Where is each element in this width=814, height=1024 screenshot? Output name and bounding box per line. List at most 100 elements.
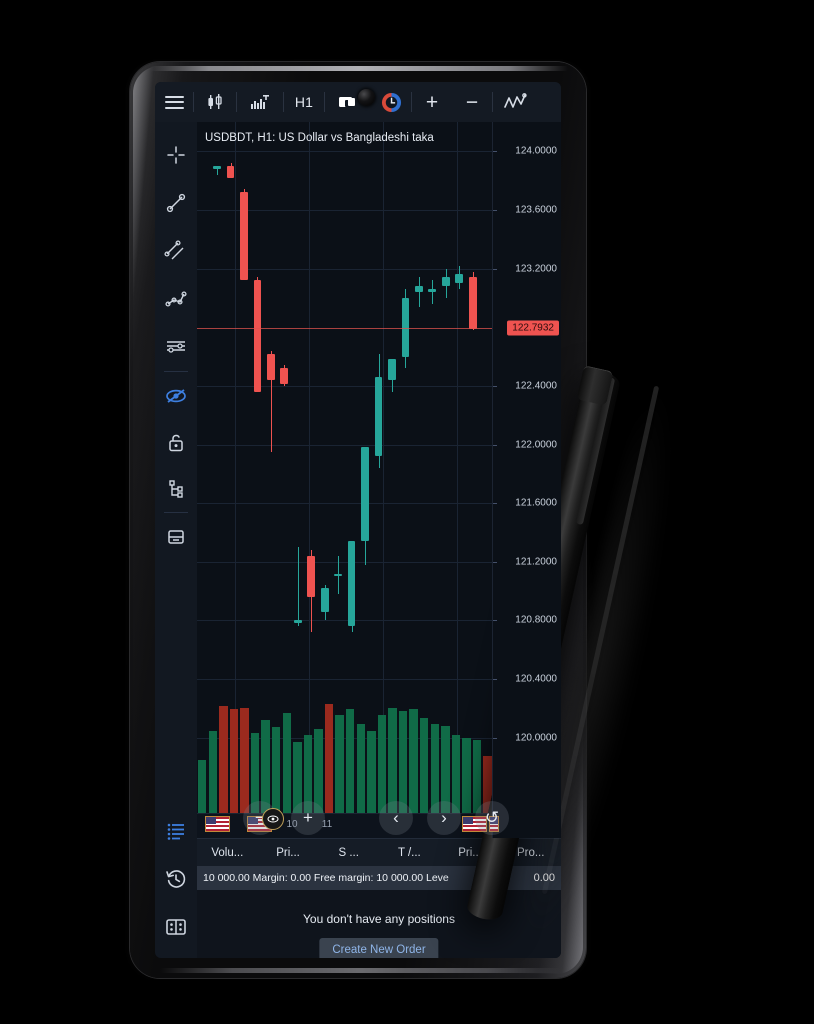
price-axis-label: 120.0000 [515,732,557,744]
candle-wick [432,280,434,304]
gridline-vertical [383,122,384,767]
candle-body [347,541,356,627]
table-column-header[interactable]: S ... [318,847,379,859]
menu-button[interactable] [155,82,193,122]
positions-panel: You don't have any positions Create New … [197,890,561,958]
chart-scroll-right-button[interactable]: › [427,801,461,835]
volume-bar [219,705,228,814]
chart-scroll-left-button[interactable]: ‹ [379,801,413,835]
gridline-horizontal [197,444,493,446]
fibonacci-levels-icon [167,341,185,353]
rail-divider [164,512,188,513]
trend-wave-icon [504,93,527,108]
zoom-in-button[interactable]: + [412,82,452,122]
trendline-icon [166,193,186,213]
volume-bar [314,729,323,814]
volume-bar [420,718,429,814]
current-price-label: 122.7932 [507,320,559,336]
gridline-horizontal [197,679,493,681]
candle-body [401,297,410,357]
price-axis-tick [493,268,497,270]
timeframe-label: H1 [294,94,314,110]
drawing-tools-rail [155,122,198,958]
table-column-header[interactable]: Pri... [258,847,319,859]
volume-bar [198,759,207,814]
sidebar-item-delete-objects[interactable] [155,518,197,556]
table-column-header[interactable]: T /... [379,847,440,859]
hamburger-menu-icon [164,92,184,112]
create-new-order-button[interactable]: Create New Order [319,938,439,958]
crosshair-icon [167,146,185,164]
chart-type-button[interactable] [194,82,236,122]
phone-screen: H1 + − USDBDT, H1: US Dollar vs Banglade… [155,82,561,958]
bar-chart-t-icon [251,95,269,109]
us-flag-icon[interactable] [205,816,230,832]
gridline-vertical [309,122,310,767]
candle-body [213,165,221,169]
candle-body [334,573,343,577]
gridline-horizontal [197,561,493,563]
candle-body [455,274,464,284]
indicator-button[interactable] [237,82,283,122]
gridline-vertical [457,122,458,767]
rail-bottom-group [155,812,197,946]
price-axis-tick [493,503,497,505]
candle-wick [297,547,299,627]
price-axis-label: 120.4000 [515,673,557,685]
chart-area[interactable]: USDBDT, H1: US Dollar vs Bangladeshi tak… [197,122,561,838]
sidebar-item-object-tree[interactable] [155,469,197,507]
candlestick-chart-icon [208,94,222,109]
sidebar-item-trendline[interactable] [155,184,197,222]
alarm-button[interactable] [371,82,411,122]
sidebar-item-hide-objects[interactable] [155,377,197,415]
candle-wick [418,277,420,307]
price-axis-label: 122.0000 [515,439,557,450]
zoom-out-button[interactable]: − [452,82,492,122]
volume-bar [388,707,397,814]
volume-bar [451,734,461,814]
price-axis-label: 124.0000 [515,145,557,157]
price-axis-tick [493,620,497,622]
table-column-header[interactable]: Volu... [197,847,258,859]
candle-body [280,368,289,385]
top-toolbar: H1 + − [155,82,561,123]
chart-title: USDBDT, H1: US Dollar vs Bangladeshi tak… [205,132,434,144]
price-axis-tick [493,561,497,563]
candle-body [361,447,369,542]
book-grid-icon [166,919,186,935]
volume-bar [208,731,217,814]
zoom-in-label: + [425,90,439,114]
price-axis-label: 122.4000 [515,380,557,392]
sidebar-item-history[interactable] [155,860,197,898]
volume-bar [356,723,365,814]
history-clock-icon [166,870,186,888]
sidebar-item-crosshair[interactable] [155,136,197,174]
sidebar-item-trade-list[interactable] [155,812,197,850]
candle-body [414,286,423,293]
account-summary-text: 10 000.00 Margin: 0.00 Free margin: 10 0… [203,872,449,884]
sidebar-item-levels[interactable] [155,328,197,366]
volume-bar [377,714,387,814]
event-detail-badge[interactable] [262,808,284,830]
volume-bar [335,714,344,814]
sidebar-item-polyline[interactable] [155,280,197,318]
zoom-out-label: − [465,90,479,114]
price-axis[interactable]: 124.0000 123.6000 123.2000 122.4000 122.0000… [492,122,561,838]
price-axis-tick [493,679,497,681]
gridline-vertical [235,122,236,767]
sidebar-item-parallel-channel[interactable] [155,232,197,270]
volume-bar [282,713,291,814]
price-axis-tick [493,385,497,387]
eye-icon [267,815,279,823]
sidebar-item-lock-objects[interactable] [155,423,197,461]
camera-punch-hole [358,89,375,106]
chart-zoom-in-button[interactable]: + [291,801,325,835]
objects-crop-icon [339,97,355,107]
timeframe-button[interactable]: H1 [284,82,324,122]
indicators-button[interactable] [493,82,537,122]
price-axis-label: 121.2000 [515,556,557,568]
sidebar-item-news-book[interactable] [155,908,197,946]
volume-bar [409,709,418,814]
chart-reset-button[interactable]: ↺ [475,801,509,835]
candle-body [374,377,383,457]
